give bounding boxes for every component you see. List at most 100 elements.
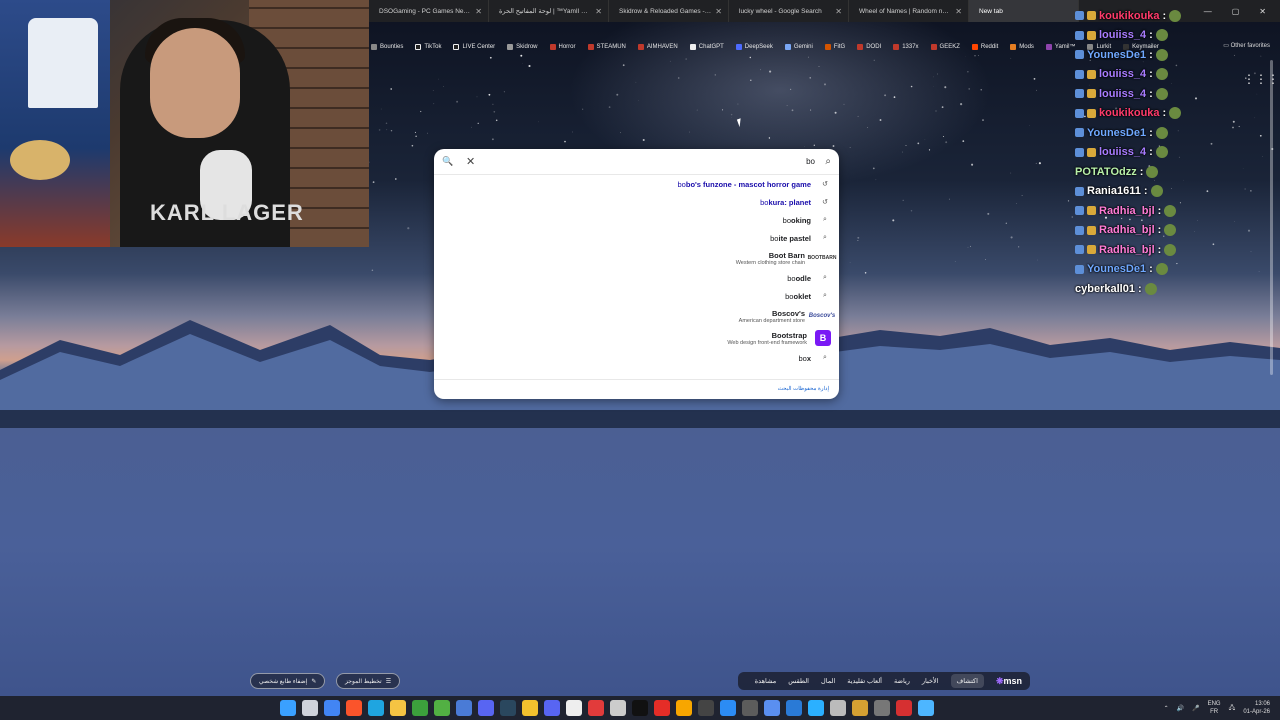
msn-tab[interactable]: رياضة <box>894 677 910 685</box>
bookmark-item[interactable]: AIMHAVEN <box>637 44 678 50</box>
mic-icon[interactable]: 🎤 <box>1192 705 1199 712</box>
bookmark-item[interactable]: DeepSeek <box>735 44 773 50</box>
note-icon[interactable] <box>918 700 934 716</box>
browser-tab[interactable]: لوحة المفاتيح الحرة | ™YamIl سجل ✕ <box>489 0 609 22</box>
chat-username[interactable]: YounesDe1 <box>1087 127 1146 139</box>
browser-tab[interactable]: Wheel of Names | Random name ✕ <box>849 0 969 22</box>
bookmark-item[interactable]: Mods <box>1010 44 1034 50</box>
edge-icon[interactable] <box>368 700 384 716</box>
language-indicator[interactable]: ENG FR <box>1208 700 1221 716</box>
msn-tab-active[interactable]: اكتشاف <box>950 674 984 688</box>
file-explorer-icon[interactable] <box>390 700 406 716</box>
search-submit-icon[interactable]: ⌕ <box>815 156 831 167</box>
bookmark-item[interactable]: Bounties <box>371 44 403 50</box>
manage-history-link[interactable]: إدارة محفوظات البحث <box>434 379 839 399</box>
pen-icon[interactable] <box>830 700 846 716</box>
feed-layout-button[interactable]: تخطيط الموجز ☰ <box>336 673 401 689</box>
steam-icon[interactable] <box>500 700 516 716</box>
msn-logo[interactable]: ❋msn <box>996 676 1022 687</box>
bookmark-item[interactable]: LIVE Center <box>453 44 495 50</box>
xbox-app-icon[interactable] <box>434 700 450 716</box>
suggestion-entity[interactable]: Boscov's American department store Boscov'… <box>434 305 839 327</box>
browser-tab[interactable]: lucky wheel - Google Search ✕ <box>729 0 849 22</box>
suggestion-item[interactable]: bobo's funzone - mascot horror game ↺ <box>434 175 839 193</box>
chat-username[interactable]: cyberkall01 <box>1075 283 1135 295</box>
bookmark-item[interactable]: FitG <box>824 44 845 50</box>
red-app-icon[interactable] <box>896 700 912 716</box>
apps-grid-icon[interactable]: ⋮⋮⋮ <box>1243 72 1279 86</box>
search-icon[interactable] <box>302 700 318 716</box>
obs-icon[interactable] <box>698 700 714 716</box>
windows-start-icon[interactable] <box>280 700 296 716</box>
chat-username[interactable]: louiiss_4 <box>1099 88 1146 100</box>
notepad-icon[interactable] <box>522 700 538 716</box>
xbox-icon[interactable] <box>412 700 428 716</box>
chat-username[interactable]: Radhia_bjl <box>1099 224 1155 236</box>
chrome-icon[interactable] <box>324 700 340 716</box>
bookmark-item[interactable]: Gemini <box>784 44 813 50</box>
calendar-icon[interactable] <box>764 700 780 716</box>
tiktok-icon[interactable] <box>632 700 648 716</box>
cloud-icon[interactable] <box>676 700 692 716</box>
msn-tab[interactable]: ألعاب تقليدية <box>847 677 882 685</box>
personalize-button[interactable]: إضفاء طابع شخصي ✎ <box>250 673 326 689</box>
chat-username[interactable]: louiiss_4 <box>1099 68 1146 80</box>
suggestion-item[interactable]: box ⌕ <box>434 349 839 367</box>
chat-username[interactable]: Radhia_bjl <box>1099 244 1155 256</box>
chat-username[interactable]: koukikouka <box>1099 107 1160 119</box>
suggestion-item[interactable]: bokura: planet ↺ <box>434 193 839 211</box>
bookmark-item[interactable]: Yamil™ <box>1045 44 1075 50</box>
close-tab-icon[interactable]: ✕ <box>715 7 722 16</box>
youtube-icon[interactable] <box>654 700 670 716</box>
globe-icon[interactable] <box>456 700 472 716</box>
msn-tab[interactable]: الطقس <box>788 677 809 685</box>
suggestion-item[interactable]: booklet ⌕ <box>434 287 839 305</box>
chart-icon[interactable] <box>742 700 758 716</box>
close-tab-icon[interactable]: ✕ <box>835 7 842 16</box>
chat-username[interactable]: koukikouka <box>1099 10 1160 22</box>
bookmark-item[interactable]: Reddit <box>971 44 998 50</box>
suggestion-entity[interactable]: Bootstrap Web design front-end framework B <box>434 327 839 349</box>
msn-tab[interactable]: الأخبار <box>922 677 939 685</box>
chevron-up-icon[interactable]: ⌃ <box>1164 705 1169 712</box>
close-tab-icon[interactable]: ✕ <box>475 7 482 16</box>
bookmark-item[interactable]: DODI <box>857 44 881 50</box>
bookmark-item[interactable]: STEAMUN <box>587 44 626 50</box>
chat-username[interactable]: Radhia_bjl <box>1099 205 1155 217</box>
msn-tab[interactable]: مشاهدة <box>755 677 777 685</box>
record-icon[interactable] <box>588 700 604 716</box>
suggestion-item[interactable]: boite pastel ⌕ <box>434 229 839 247</box>
github-icon[interactable] <box>566 700 582 716</box>
search-input[interactable] <box>482 157 815 166</box>
suggestion-item[interactable]: booking ⌕ <box>434 211 839 229</box>
bookmark-item[interactable]: GEEKZ <box>930 44 960 50</box>
chat-username[interactable]: YounesDe1 <box>1087 263 1146 275</box>
bookmark-item[interactable]: 1337x <box>893 44 919 50</box>
brave-icon[interactable] <box>346 700 362 716</box>
browser-tab[interactable]: Skidrow & Reloaded Games - Do ✕ <box>609 0 729 22</box>
clock[interactable]: 13:06 01-Apr-26 <box>1243 700 1270 716</box>
app-icon[interactable] <box>720 700 736 716</box>
chat-username[interactable]: louiiss_4 <box>1099 146 1146 158</box>
browser-tab[interactable]: DSOGaming - PC Games News, Sc✕ <box>369 0 489 22</box>
suggestion-entity[interactable]: Boot Barn Western clothing store chain BOO… <box>434 247 839 269</box>
vs-code-icon[interactable] <box>786 700 802 716</box>
folder-icon[interactable] <box>852 700 868 716</box>
speaker-icon[interactable]: 🔊 <box>1177 705 1184 712</box>
chat-username[interactable]: louiiss_4 <box>1099 29 1146 41</box>
discord-alt-icon[interactable] <box>544 700 560 716</box>
bookmark-item[interactable]: Skidrow <box>507 44 538 50</box>
clear-icon[interactable]: ✕ <box>466 155 482 168</box>
chat-username[interactable]: Rania1611 <box>1087 185 1141 197</box>
bookmark-item[interactable]: Horror <box>549 44 576 50</box>
openai-icon[interactable] <box>610 700 626 716</box>
chat-username[interactable]: YounesDe1 <box>1087 49 1146 61</box>
msn-tab[interactable]: المال <box>821 677 835 685</box>
close-tab-icon[interactable]: ✕ <box>955 7 962 16</box>
settings-icon[interactable] <box>874 700 890 716</box>
chat-username[interactable]: POTATOdzz <box>1075 166 1137 178</box>
network-icon[interactable]: 🖧 <box>1229 703 1236 713</box>
bookmark-item[interactable]: TikTok <box>415 44 441 50</box>
browser-tab-active[interactable]: New tab <box>969 0 1079 22</box>
discord-icon[interactable] <box>478 700 494 716</box>
